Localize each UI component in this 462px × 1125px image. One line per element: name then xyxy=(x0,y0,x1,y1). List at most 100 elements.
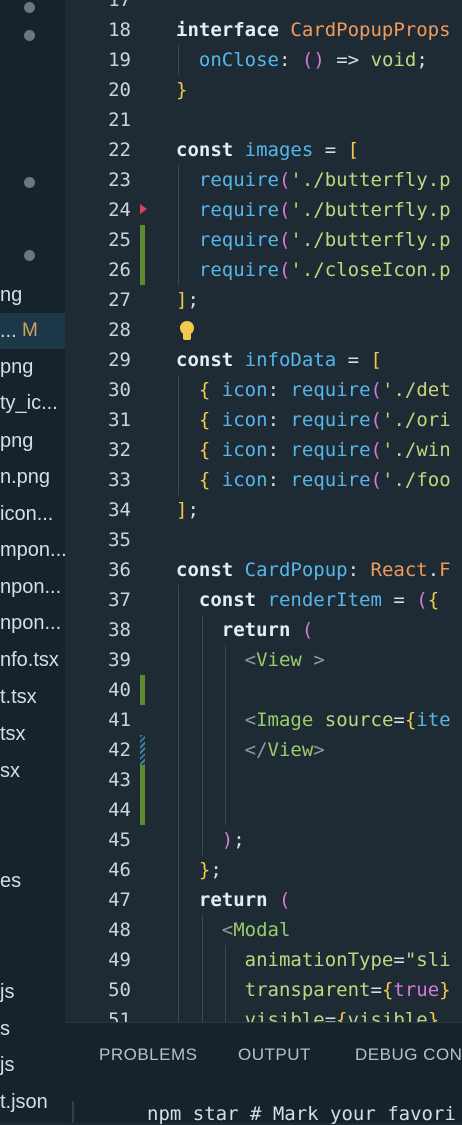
explorer-file-item[interactable]: ng xyxy=(0,277,65,313)
git-added-gutter-marker[interactable] xyxy=(140,255,145,285)
code-line[interactable]: 20} xyxy=(65,75,462,105)
code-line[interactable]: 21 xyxy=(65,105,462,135)
code-line[interactable]: 47 return ( xyxy=(65,885,462,915)
explorer-file-label: js xyxy=(0,981,15,1003)
explorer-file-item[interactable]: npon... xyxy=(0,605,65,641)
line-number: 49 xyxy=(108,949,131,971)
code-line[interactable]: 49 animationType="sli xyxy=(65,945,462,975)
lightbulb-icon[interactable] xyxy=(179,321,195,341)
line-number: 51 xyxy=(108,1009,131,1022)
explorer-file-item[interactable]: sx xyxy=(0,753,65,789)
line-number: 45 xyxy=(108,829,131,851)
explorer-file-item[interactable]: js xyxy=(0,974,65,1010)
line-number: 48 xyxy=(108,919,131,941)
code-line[interactable]: 35 xyxy=(65,525,462,555)
code-text: onClose: () => void; xyxy=(198,49,428,71)
bottom-panel: PROBLEMS OUTPUT DEBUG CON npm star # Mar… xyxy=(65,1022,462,1125)
code-line[interactable]: 32 { icon: require('./win xyxy=(65,435,462,465)
git-modified-gutter-marker[interactable] xyxy=(140,735,145,765)
line-number: 50 xyxy=(108,979,131,1001)
code-line[interactable]: 42 </View> xyxy=(65,735,462,765)
explorer-file-item[interactable]: es xyxy=(0,863,65,899)
line-number: 25 xyxy=(108,229,131,251)
code-editor[interactable]: 17 18 interface CardPopupProps 19 onClose: … xyxy=(65,0,462,1022)
explorer-file-label: ng xyxy=(0,284,23,306)
line-number: 42 xyxy=(108,739,131,761)
git-added-gutter-marker[interactable] xyxy=(140,765,145,795)
line-number: 43 xyxy=(108,769,131,791)
code-line[interactable]: 43 xyxy=(65,765,462,795)
code-line[interactable]: 29 const infoData = [ xyxy=(65,345,462,375)
git-deleted-gutter-marker[interactable] xyxy=(140,204,147,214)
code-line[interactable]: 41 <Image source={ite xyxy=(65,705,462,735)
code-line[interactable]: 30 { icon: require('./det xyxy=(65,375,462,405)
code-line[interactable]: 36 const CardPopup: React.F xyxy=(65,555,462,585)
code-text: <View > xyxy=(244,649,325,671)
line-number: 37 xyxy=(108,589,131,611)
line-number: 31 xyxy=(108,409,131,431)
code-line[interactable]: 40 xyxy=(65,675,462,705)
explorer-file-item[interactable]: t.tsx xyxy=(0,679,65,715)
code-line[interactable]: 34]; xyxy=(65,495,462,525)
code-text: require('./butterfly.p xyxy=(198,199,451,221)
code-text: return ( xyxy=(221,619,314,641)
indent-guide xyxy=(178,795,179,825)
line-number: 22 xyxy=(108,139,131,161)
code-line[interactable]: 23 require('./butterfly.p xyxy=(65,165,462,195)
line-number: 27 xyxy=(108,289,131,311)
explorer-file-item[interactable]: js xyxy=(0,1047,65,1083)
code-line[interactable]: 24 require('./butterfly.p xyxy=(65,195,462,225)
explorer-file-item[interactable]: ty_ic... xyxy=(0,385,65,421)
explorer-file-item[interactable]: ... M xyxy=(0,313,65,349)
code-line[interactable]: 44 xyxy=(65,795,462,825)
code-line[interactable]: 48 <Modal xyxy=(65,915,462,945)
code-text: const infoData = [ xyxy=(176,349,382,371)
explorer-file-label: js xyxy=(0,1054,15,1076)
code-line[interactable]: 26 require('./closeIcon.p xyxy=(65,255,462,285)
code-text: ); xyxy=(221,829,245,851)
git-added-gutter-marker[interactable] xyxy=(140,795,145,825)
explorer-file-label: nfo.tsx xyxy=(0,649,59,671)
code-line[interactable]: 51 visible={visible} xyxy=(65,1005,462,1022)
line-number: 24 xyxy=(108,199,131,221)
line-number: 35 xyxy=(108,529,131,551)
tab-problems[interactable]: PROBLEMS xyxy=(99,1045,197,1065)
code-line[interactable]: 28 xyxy=(65,315,462,345)
line-number: 20 xyxy=(108,79,131,101)
code-line[interactable]: 45 ); xyxy=(65,825,462,855)
code-line[interactable]: 27]; xyxy=(65,285,462,315)
explorer-file-item[interactable]: mpon... xyxy=(0,532,65,568)
code-line[interactable]: 37 const renderItem = ({ xyxy=(65,585,462,615)
modified-dot-icon xyxy=(24,30,35,41)
explorer-file-item[interactable]: t.json xyxy=(0,1084,65,1120)
code-line[interactable]: 46 }; xyxy=(65,855,462,885)
code-line[interactable]: 25 require('./butterfly.p xyxy=(65,225,462,255)
code-line[interactable]: 19 onClose: () => void; xyxy=(65,45,462,75)
explorer-file-item[interactable]: png xyxy=(0,423,65,459)
code-line[interactable]: 33 { icon: require('./foo xyxy=(65,465,462,495)
code-text: } xyxy=(176,79,188,101)
code-line[interactable]: 50 transparent={true} xyxy=(65,975,462,1005)
code-line[interactable]: 38 return ( xyxy=(65,615,462,645)
explorer-file-item[interactable]: s xyxy=(0,1011,65,1047)
explorer-file-item[interactable]: png xyxy=(0,349,65,385)
explorer-file-label: t.json xyxy=(0,1091,48,1113)
code-line[interactable]: 39 <View > xyxy=(65,645,462,675)
code-line[interactable]: 22 const images = [ xyxy=(65,135,462,165)
explorer-file-label: icon... xyxy=(0,503,54,525)
explorer-file-item[interactable]: npon... xyxy=(0,569,65,605)
explorer-file-item[interactable]: tsx xyxy=(0,716,65,752)
git-added-gutter-marker[interactable] xyxy=(140,225,145,255)
code-line[interactable]: 31 { icon: require('./ori xyxy=(65,405,462,435)
tab-debug-console[interactable]: DEBUG CON xyxy=(355,1045,462,1065)
explorer-file-item[interactable]: nfo.tsx xyxy=(0,642,65,678)
code-text: const renderItem = ({ xyxy=(198,589,440,611)
code-line[interactable]: 18 interface CardPopupProps xyxy=(65,15,462,45)
explorer-file-item[interactable]: n.png xyxy=(0,459,65,495)
line-number: 23 xyxy=(108,169,131,191)
indent-guide xyxy=(225,675,226,705)
explorer-file-item[interactable]: icon... xyxy=(0,496,65,532)
code-line[interactable]: 17 xyxy=(65,0,462,15)
git-added-gutter-marker[interactable] xyxy=(140,675,145,705)
tab-output[interactable]: OUTPUT xyxy=(238,1045,311,1065)
